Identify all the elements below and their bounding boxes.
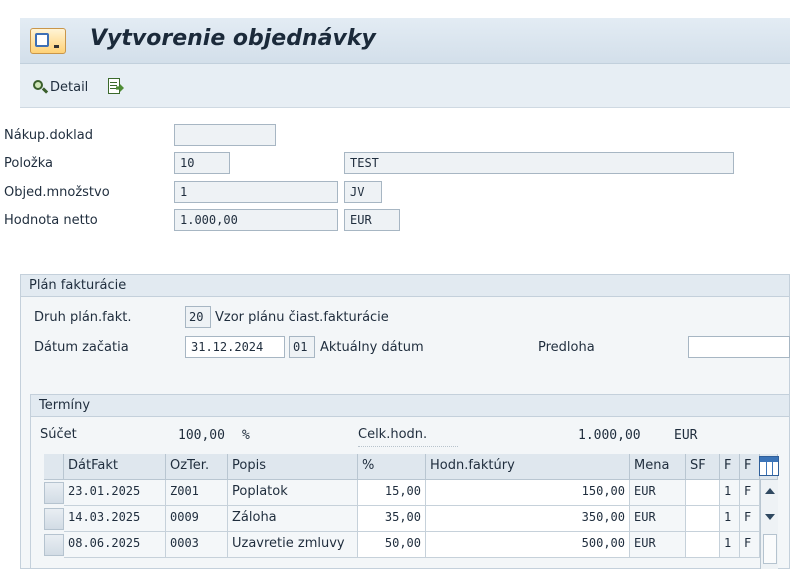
hodnota-netto-label: Hodnota netto [4,213,98,228]
scroll-down-icon[interactable] [765,514,775,520]
datum-code-field[interactable]: 01 [289,336,315,358]
col-pct[interactable]: % [358,454,426,480]
cell-currency[interactable]: EUR [630,532,686,558]
row-selector[interactable] [44,482,64,504]
col-mena[interactable]: Mena [630,454,686,480]
cell-currency[interactable]: EUR [630,480,686,506]
page-title: Vytvorenie objednávky [90,26,376,51]
objed-mnozstvo-label: Objed.množstvo [4,185,110,200]
row-selector[interactable] [44,534,64,556]
cell-currency[interactable]: EUR [630,506,686,532]
export-icon[interactable] [108,78,124,96]
row-selector[interactable] [44,508,64,530]
col-hodn-faktury[interactable]: Hodn.faktúry [426,454,630,480]
col-ozter[interactable]: OzTer. [166,454,228,480]
cell-pct[interactable]: 15,00 [358,480,426,506]
sucet-label: Súčet [40,427,77,442]
celk-label: Celk.hodn. [358,427,428,442]
cell-amount[interactable]: 150,00 [426,480,630,506]
sucet-value: 100,00 [178,428,225,443]
predloha-label: Predloha [538,340,595,355]
cell-sf[interactable] [686,480,720,506]
polozka-field[interactable]: 10 [174,152,230,174]
title-bar: Vytvorenie objednávky [20,18,790,64]
cell-desc[interactable]: Uzavretie zmluvy [228,532,358,558]
celk-value: 1.000,00 [578,428,641,443]
datum-field[interactable]: 31.12.2024 [185,336,285,358]
cell-f[interactable]: 1 [720,532,740,558]
cell-date[interactable]: 23.01.2025 [64,480,166,506]
druh-text: Vzor plánu čiast.fakturácie [215,310,389,325]
col-popis[interactable]: Popis [228,454,358,480]
cell-amount[interactable]: 350,00 [426,506,630,532]
col-f[interactable]: F [720,454,740,480]
scroll-thumb[interactable] [763,534,777,564]
cell-f2[interactable]: F [740,506,760,532]
select-all-column[interactable] [44,454,64,480]
polozka-label: Položka [4,156,53,171]
cell-sf[interactable] [686,532,720,558]
hodnota-netto-field[interactable]: 1.000,00 [174,209,338,231]
cell-f[interactable]: 1 [720,480,740,506]
col-f2[interactable]: F [740,454,760,480]
objed-mnozstvo-field[interactable]: 1 [174,181,338,203]
cell-f2[interactable]: F [740,532,760,558]
scroll-up-icon[interactable] [765,488,775,494]
detail-button[interactable]: Detail [32,76,88,98]
cell-f2[interactable]: F [740,480,760,506]
cell-desc[interactable]: Záloha [228,506,358,532]
sap-menu-icon[interactable] [30,28,66,54]
detail-button-label: Detail [50,79,89,95]
druh-code-field[interactable]: 20 [185,306,211,328]
cell-desc[interactable]: Poplatok [228,480,358,506]
unit-field[interactable]: JV [344,181,382,203]
datum-label: Dátum začatia [34,340,129,355]
cell-code[interactable]: 0003 [166,532,228,558]
cell-date[interactable]: 14.03.2025 [64,506,166,532]
polozka-text-field[interactable]: TEST [344,152,734,174]
detail-magnifier-icon [32,79,49,95]
predloha-field[interactable] [688,336,790,358]
terminy-group-title: Termíny [31,395,789,417]
col-datfakt[interactable]: DátFakt [64,454,166,480]
plan-group-title: Plán fakturácie [21,275,789,297]
currency-field[interactable]: EUR [344,209,400,231]
cell-f[interactable]: 1 [720,506,740,532]
table-settings-icon[interactable] [759,456,779,476]
table-scrollbar[interactable] [760,480,778,569]
nakup-doklad-field[interactable] [174,124,276,146]
datum-text: Aktuálny dátum [320,340,424,355]
toolbar: Detail [20,64,790,108]
col-sf[interactable]: SF [686,454,720,480]
cell-amount[interactable]: 500,00 [426,532,630,558]
celk-currency: EUR [674,428,698,443]
cell-pct[interactable]: 35,00 [358,506,426,532]
cell-code[interactable]: Z001 [166,480,228,506]
cell-code[interactable]: 0009 [166,506,228,532]
cell-date[interactable]: 08.06.2025 [64,532,166,558]
cell-pct[interactable]: 50,00 [358,532,426,558]
nakup-doklad-label: Nákup.doklad [4,128,94,143]
sucet-unit: % [242,428,250,443]
druh-label: Druh plán.fakt. [34,310,132,325]
cell-sf[interactable] [686,506,720,532]
